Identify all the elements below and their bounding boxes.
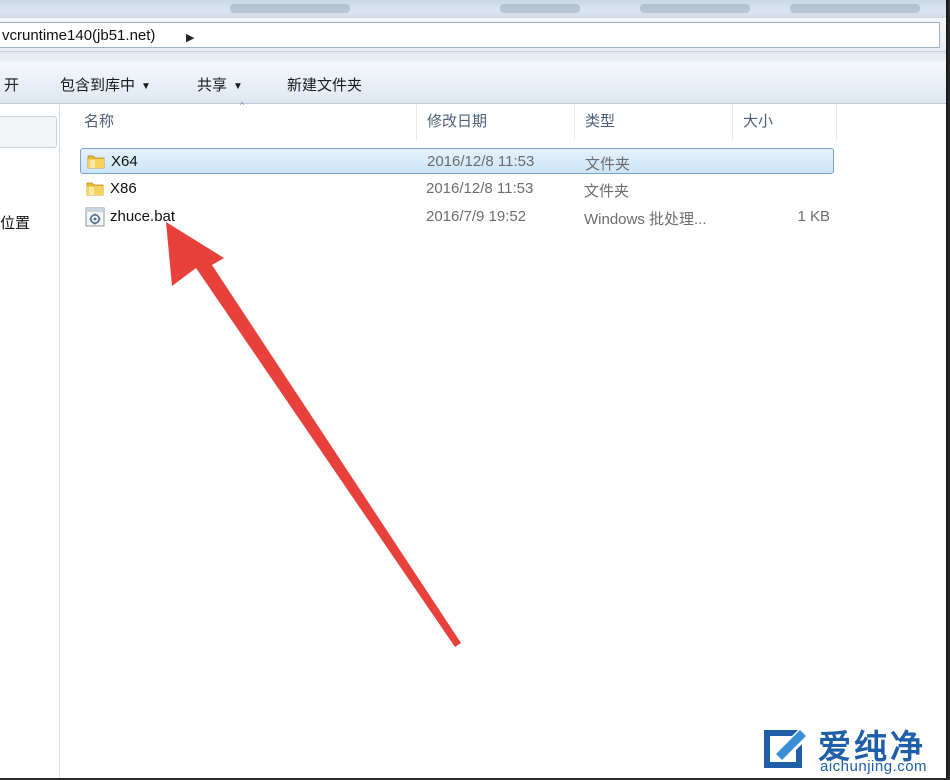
address-box[interactable]: vcruntime140(jb51.net) ▶ [0,22,940,48]
file-list: ^ 名称 修改日期 类型 大小 X64 2016/12/8 11:53 文件夹 [60,100,946,778]
navigation-pane: 位置 [0,104,60,778]
file-row-x86[interactable]: X86 2016/12/8 11:53 文件夹 [80,176,834,202]
file-date: 2016/12/8 11:53 [427,153,535,170]
file-row-zhuce-bat[interactable]: zhuce.bat 2016/7/9 19:52 Windows 批处理... … [80,204,834,230]
watermark-logo-icon [764,730,806,768]
file-name: X64 [111,153,138,170]
watermark: 爱纯净 aichunjing.com [752,716,946,778]
file-name: zhuce.bat [110,208,176,225]
file-name: X86 [110,180,137,197]
title-strip [0,0,946,18]
nav-item-locations[interactable]: 位置 [0,212,30,233]
share-label: 共享 [197,77,228,94]
address-path[interactable]: vcruntime140(jb51.net) [2,27,155,44]
explorer-window: vcruntime140(jb51.net) ▶ 开 包含到库中 ▼ 共享 ▼ 新建… [0,0,948,778]
include-in-library-label: 包含到库中 [60,77,136,94]
breadcrumb-arrow-icon[interactable]: ▶ [186,31,194,44]
file-type: Windows 批处理... [584,211,707,228]
file-size: 1 KB [797,208,830,225]
watermark-en: aichunjing.com [820,758,928,775]
column-header-type[interactable]: 类型 [575,104,733,140]
include-in-library-button[interactable]: 包含到库中 ▼ [60,74,151,95]
address-divider [0,52,946,62]
command-toolbar: 开 包含到库中 ▼ 共享 ▼ 新建文件夹 [0,62,946,104]
file-date: 2016/7/9 19:52 [426,208,527,225]
column-header-name-label: 名称 [84,113,115,130]
open-button-label: 开 [4,77,20,94]
column-header-name[interactable]: 名称 [74,104,417,140]
nav-search-box[interactable] [0,116,57,148]
new-folder-label: 新建文件夹 [287,77,363,94]
share-button[interactable]: 共享 ▼ [197,74,243,95]
folder-icon [87,155,105,169]
address-bar: vcruntime140(jb51.net) ▶ [0,18,946,52]
file-row-x64[interactable]: X64 2016/12/8 11:53 文件夹 [80,148,834,174]
file-date: 2016/12/8 11:53 [426,180,534,197]
file-type: 文件夹 [584,183,630,200]
open-button[interactable]: 开 [4,74,19,95]
column-header-type-label: 类型 [585,113,616,130]
new-folder-button[interactable]: 新建文件夹 [287,74,362,95]
column-header-date[interactable]: 修改日期 [417,104,575,140]
chevron-down-icon: ▼ [233,81,243,92]
folder-icon [86,182,104,196]
chevron-down-icon: ▼ [141,81,151,92]
column-header-date-label: 修改日期 [427,113,488,130]
file-type: 文件夹 [585,156,631,173]
column-header-size[interactable]: 大小 [733,104,837,140]
column-header-size-label: 大小 [743,113,774,130]
batch-file-icon [85,207,105,227]
